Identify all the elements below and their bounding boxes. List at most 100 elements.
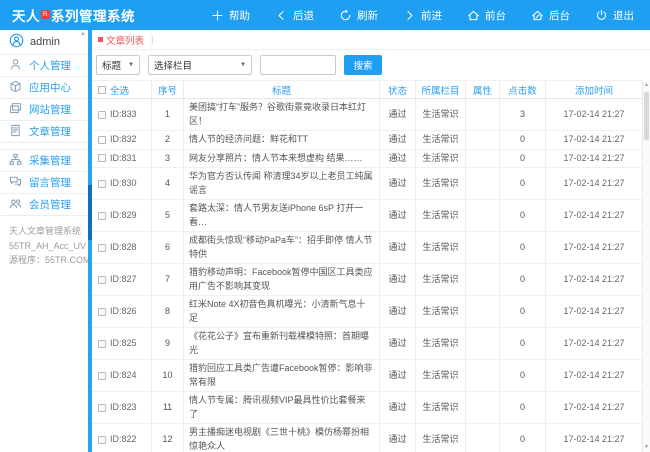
sidebar-main-item[interactable]: 个人管理 (0, 55, 88, 77)
table-row: ID:822 12 男主播痴迷电视剧《三世十桃》模仿杨幂扮相惊艳众人 通过 生活… (92, 424, 642, 452)
row-clicks: 3 (500, 99, 546, 130)
row-title-link[interactable]: 猎豹移动声明：Facebook暂停中国区工具类应用广告不影响其变现 (184, 264, 380, 295)
row-category: 生活常识 (416, 360, 466, 391)
select-all-checkbox[interactable] (98, 86, 106, 94)
scroll-down-icon[interactable]: ▼ (643, 444, 650, 450)
sidebar-footer-line: 55TR_AH_Acc_UV (9, 239, 85, 254)
row-id: ID:828 (110, 241, 137, 255)
topbar-action-button[interactable]: 后退 (275, 8, 314, 23)
topbar-action-button[interactable]: 刷新 (339, 8, 378, 23)
topbar-action-button[interactable]: 退出 (595, 8, 634, 23)
header-select-all: 全选 (110, 83, 129, 97)
row-checkbox[interactable] (98, 136, 106, 144)
topbar-action-button[interactable]: 后台 (531, 8, 570, 23)
admin-user-row[interactable]: admin (0, 30, 88, 55)
row-date: 17-02-14 21:27 (546, 328, 642, 359)
row-status: 通过 (380, 232, 416, 263)
table-row: ID:831 3 网友分享照片：情人节本来想虚构 结果…… 通过 生活常识 0 … (92, 150, 642, 169)
header-date: 添加时间 (546, 81, 642, 98)
row-id: ID:822 (110, 433, 137, 447)
sidebar-main-item[interactable]: 文章管理 (0, 121, 88, 143)
row-checkbox[interactable] (98, 111, 106, 119)
row-number: 5 (152, 200, 184, 231)
main-scrollbar-thumb[interactable] (644, 92, 649, 140)
table-row: ID:825 9 《花花公子》宣布重新刊载裸模特照：首期曝光 通过 生活常识 0… (92, 328, 642, 360)
row-number: 10 (152, 360, 184, 391)
topbar-action-button[interactable]: 前台 (467, 8, 506, 23)
sidebar-main-item[interactable]: 采集管理 (0, 150, 88, 172)
plus-icon (211, 9, 224, 22)
row-checkbox[interactable] (98, 340, 106, 348)
main-scrollbar[interactable]: ▲ ▼ (642, 80, 650, 452)
row-number: 7 (152, 264, 184, 295)
row-attribute (466, 264, 500, 295)
category-select[interactable]: 选择栏目 ▼ (148, 55, 252, 75)
sidebar-main-item-label: 网站管理 (29, 102, 71, 117)
row-status: 通过 (380, 360, 416, 391)
row-checkbox[interactable] (98, 276, 106, 284)
row-category: 生活常识 (416, 424, 466, 452)
active-tab-label: 文章列表 (106, 33, 144, 47)
row-checkbox[interactable] (98, 180, 106, 188)
search-input[interactable] (260, 55, 336, 75)
document-icon (9, 124, 22, 140)
row-id: ID:829 (110, 209, 137, 223)
row-attribute (466, 150, 500, 168)
field-select[interactable]: 标题 ▼ (96, 55, 140, 75)
topbar-action-button[interactable]: 帮助 (211, 8, 250, 23)
row-checkbox[interactable] (98, 212, 106, 220)
row-title-link[interactable]: 男主播痴迷电视剧《三世十桃》模仿杨幂扮相惊艳众人 (184, 424, 380, 452)
row-checkbox[interactable] (98, 244, 106, 252)
power-icon (595, 9, 608, 22)
chat-icon (9, 175, 22, 191)
sidebar-main-item[interactable]: 应用中心 (0, 77, 88, 99)
sidebar-main-item[interactable]: 会员管理 (0, 194, 88, 216)
row-checkbox[interactable] (98, 436, 106, 444)
tab-article-list-active[interactable]: 文章列表 (98, 33, 144, 47)
row-title-link[interactable]: 成都街头惊现“移动PaPa车”：招手即停 情人节特供 (184, 232, 380, 263)
row-clicks: 0 (500, 264, 546, 295)
row-status: 通过 (380, 424, 416, 452)
users-icon (9, 197, 22, 213)
home-edit-icon (531, 9, 544, 22)
topbar-action-button[interactable]: 前进 (403, 8, 442, 23)
row-attribute (466, 200, 500, 231)
search-button[interactable]: 搜索 (344, 55, 382, 75)
row-title-link[interactable]: 情人节专属：腾讯视频VIP最具性价比套餐来了 (184, 392, 380, 423)
row-id: ID:825 (110, 337, 137, 351)
row-attribute (466, 232, 500, 263)
row-title-link[interactable]: 猎豹回应工具类广告遭Facebook暂停：影响非常有限 (184, 360, 380, 391)
sidebar-footer-line: 天人文章管理系统 (9, 224, 85, 239)
sidebar-main-item[interactable]: 留言管理 (0, 172, 88, 194)
row-checkbox[interactable] (98, 308, 106, 316)
row-title-link[interactable]: 套路太深：情人节男友送iPhone 6sP 打开一看… (184, 200, 380, 231)
row-checkbox[interactable] (98, 372, 106, 380)
row-number: 1 (152, 99, 184, 130)
row-clicks: 0 (500, 168, 546, 199)
row-attribute (466, 424, 500, 452)
row-number: 3 (152, 150, 184, 168)
row-category: 生活常识 (416, 264, 466, 295)
row-status: 通过 (380, 131, 416, 149)
table-row: ID:832 2 情人节的经济问题：鲜花和TT 通过 生活常识 0 17-02-… (92, 131, 642, 150)
row-checkbox[interactable] (98, 404, 106, 412)
row-clicks: 0 (500, 392, 546, 423)
row-status: 通过 (380, 392, 416, 423)
sidebar-scroll-up-icon[interactable]: ▲ (80, 31, 86, 37)
scroll-up-icon[interactable]: ▲ (643, 82, 650, 88)
row-number: 2 (152, 131, 184, 149)
row-title-link[interactable]: 红米Note 4X初音色真机曝光：小清新气息十足 (184, 296, 380, 327)
row-title-link[interactable]: 美团搞“打车”服务？谷歌街景竟收录日本红灯区！ (184, 99, 380, 130)
row-title-link[interactable]: 情人节的经济问题：鲜花和TT (184, 131, 380, 149)
sidebar-footer-line: 源程序：55TR.COM (9, 253, 85, 268)
sidebar-main-item[interactable]: 网站管理 (0, 99, 88, 121)
row-number: 12 (152, 424, 184, 452)
table-row: ID:827 7 猎豹移动声明：Facebook暂停中国区工具类应用广告不影响其… (92, 264, 642, 296)
row-clicks: 0 (500, 232, 546, 263)
row-title-link[interactable]: 《花花公子》宣布重新刊载裸模特照：首期曝光 (184, 328, 380, 359)
row-checkbox[interactable] (98, 154, 106, 162)
row-title-link[interactable]: 华为官方否认传闻 称清理34岁以上老员工纯属谣言 (184, 168, 380, 199)
filter-bar: 标题 ▼ 选择栏目 ▼ 搜索 (92, 50, 650, 80)
row-title-link[interactable]: 网友分享照片：情人节本来想虚构 结果…… (184, 150, 380, 168)
row-clicks: 0 (500, 296, 546, 327)
